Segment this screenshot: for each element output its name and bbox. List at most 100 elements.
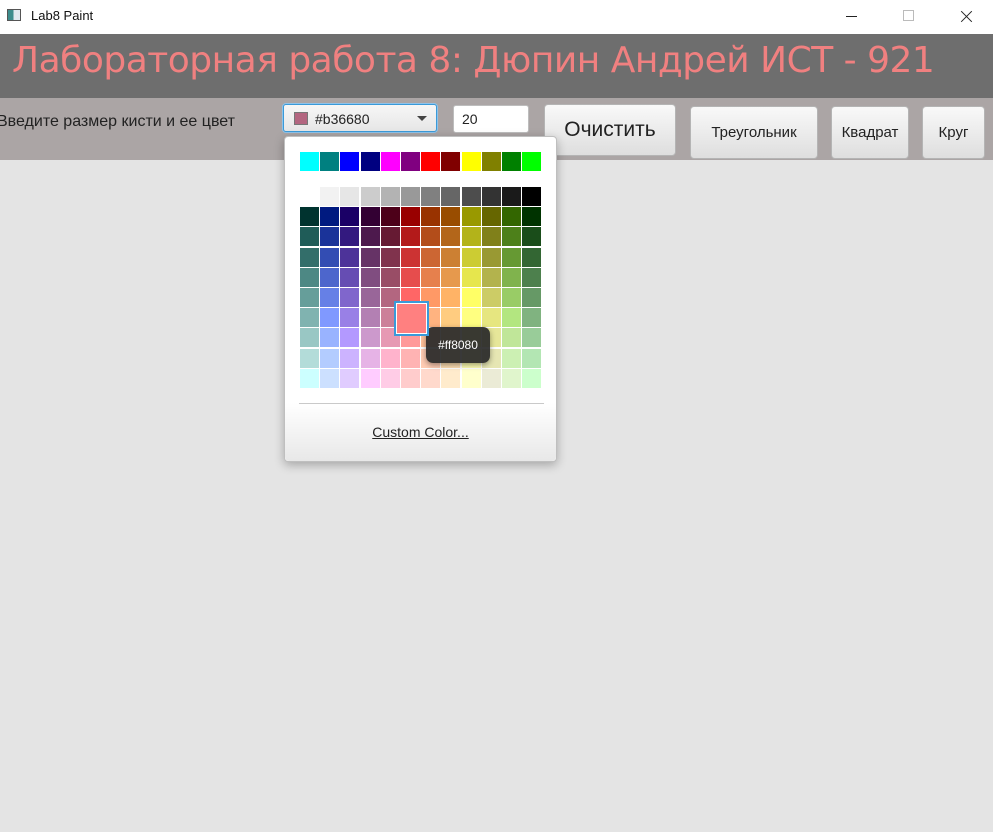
palette-swatch[interactable] bbox=[340, 267, 360, 287]
palette-swatch[interactable] bbox=[522, 247, 542, 267]
palette-swatch[interactable] bbox=[340, 207, 360, 227]
palette-swatch[interactable] bbox=[360, 227, 380, 247]
palette-swatch[interactable] bbox=[461, 207, 481, 227]
close-button[interactable] bbox=[943, 0, 989, 33]
palette-swatch[interactable] bbox=[320, 247, 340, 267]
palette-swatch[interactable] bbox=[300, 247, 319, 267]
palette-swatch[interactable] bbox=[380, 267, 400, 287]
custom-color-link[interactable]: Custom Color... bbox=[285, 424, 556, 440]
palette-swatch[interactable] bbox=[441, 227, 461, 247]
palette-swatch[interactable] bbox=[421, 247, 441, 267]
palette-swatch[interactable] bbox=[461, 267, 481, 287]
palette-swatch[interactable] bbox=[340, 288, 360, 307]
palette-swatch[interactable] bbox=[360, 308, 380, 328]
palette-swatch[interactable] bbox=[320, 368, 340, 388]
palette-swatch[interactable] bbox=[300, 348, 319, 368]
palette-swatch[interactable] bbox=[401, 152, 420, 171]
palette-swatch[interactable] bbox=[380, 152, 400, 171]
palette-swatch[interactable] bbox=[300, 207, 319, 227]
palette-swatch[interactable] bbox=[360, 288, 380, 307]
palette-swatch[interactable] bbox=[522, 152, 542, 171]
palette-swatch[interactable] bbox=[522, 288, 542, 307]
palette-swatch[interactable] bbox=[320, 308, 340, 328]
palette-swatch[interactable] bbox=[522, 227, 542, 247]
palette-swatch[interactable] bbox=[502, 227, 521, 247]
palette-swatch[interactable] bbox=[441, 247, 461, 267]
palette-swatch[interactable] bbox=[360, 247, 380, 267]
palette-swatch[interactable] bbox=[300, 227, 319, 247]
palette-swatch[interactable] bbox=[401, 227, 420, 247]
palette-swatch[interactable] bbox=[320, 328, 340, 348]
palette-swatch[interactable] bbox=[340, 187, 360, 206]
palette-swatch[interactable] bbox=[421, 152, 441, 171]
palette-swatch[interactable] bbox=[360, 187, 380, 206]
palette-swatch[interactable] bbox=[340, 152, 360, 171]
palette-swatch[interactable] bbox=[320, 267, 340, 287]
palette-swatch[interactable] bbox=[340, 328, 360, 348]
palette-swatch[interactable] bbox=[340, 348, 360, 368]
palette-swatch[interactable] bbox=[360, 348, 380, 368]
palette-swatch[interactable] bbox=[461, 152, 481, 171]
palette-swatch[interactable] bbox=[461, 368, 481, 388]
palette-swatch[interactable] bbox=[320, 187, 340, 206]
palette-swatch[interactable] bbox=[522, 308, 542, 328]
palette-swatch[interactable] bbox=[360, 328, 380, 348]
palette-swatch[interactable] bbox=[522, 328, 542, 348]
palette-swatch[interactable] bbox=[481, 187, 501, 206]
palette-swatch[interactable] bbox=[380, 207, 400, 227]
palette-swatch[interactable] bbox=[320, 348, 340, 368]
palette-swatch[interactable] bbox=[461, 247, 481, 267]
palette-swatch[interactable] bbox=[522, 267, 542, 287]
palette-swatch[interactable] bbox=[421, 267, 441, 287]
palette-swatch[interactable] bbox=[401, 187, 420, 206]
palette-swatch[interactable] bbox=[340, 368, 360, 388]
minimize-button[interactable] bbox=[828, 0, 874, 33]
palette-swatch[interactable] bbox=[502, 348, 521, 368]
palette-swatch[interactable] bbox=[300, 308, 319, 328]
palette-swatch[interactable] bbox=[441, 187, 461, 206]
palette-swatch[interactable] bbox=[502, 187, 521, 206]
palette-swatch[interactable] bbox=[360, 267, 380, 287]
palette-swatch[interactable] bbox=[502, 308, 521, 328]
palette-swatch[interactable] bbox=[340, 227, 360, 247]
palette-swatch[interactable] bbox=[401, 348, 420, 368]
palette-swatch[interactable] bbox=[421, 227, 441, 247]
palette-swatch[interactable] bbox=[360, 207, 380, 227]
palette-swatch[interactable] bbox=[300, 267, 319, 287]
circle-button[interactable]: Круг bbox=[922, 106, 985, 159]
palette-swatch[interactable] bbox=[522, 187, 542, 206]
palette-swatch[interactable] bbox=[502, 152, 521, 171]
palette-swatch[interactable] bbox=[441, 368, 461, 388]
palette-swatch[interactable] bbox=[320, 207, 340, 227]
palette-swatch[interactable] bbox=[401, 207, 420, 227]
clear-button[interactable]: Очистить bbox=[544, 104, 676, 156]
palette-swatch[interactable] bbox=[481, 308, 501, 328]
palette-swatch[interactable] bbox=[441, 267, 461, 287]
palette-swatch[interactable] bbox=[380, 247, 400, 267]
palette-swatch[interactable] bbox=[481, 152, 501, 171]
palette-swatch[interactable] bbox=[441, 152, 461, 171]
palette-swatch-selected[interactable] bbox=[394, 301, 429, 337]
palette-swatch[interactable] bbox=[502, 247, 521, 267]
square-button[interactable]: Квадрат bbox=[831, 106, 909, 159]
palette-swatch[interactable] bbox=[360, 368, 380, 388]
palette-swatch[interactable] bbox=[320, 227, 340, 247]
palette-swatch[interactable] bbox=[340, 308, 360, 328]
palette-swatch[interactable] bbox=[300, 152, 319, 171]
palette-swatch[interactable] bbox=[380, 227, 400, 247]
palette-swatch[interactable] bbox=[401, 267, 420, 287]
palette-swatch[interactable] bbox=[380, 187, 400, 206]
palette-swatch[interactable] bbox=[502, 267, 521, 287]
palette-swatch[interactable] bbox=[461, 288, 481, 307]
palette-swatch[interactable] bbox=[441, 308, 461, 328]
palette-swatch[interactable] bbox=[421, 207, 441, 227]
palette-swatch[interactable] bbox=[441, 207, 461, 227]
palette-swatch[interactable] bbox=[401, 247, 420, 267]
palette-swatch[interactable] bbox=[380, 348, 400, 368]
palette-swatch[interactable] bbox=[300, 187, 319, 206]
palette-swatch[interactable] bbox=[421, 368, 441, 388]
maximize-button[interactable] bbox=[884, 0, 930, 33]
palette-swatch[interactable] bbox=[340, 247, 360, 267]
palette-swatch[interactable] bbox=[320, 152, 340, 171]
palette-swatch[interactable] bbox=[461, 308, 481, 328]
